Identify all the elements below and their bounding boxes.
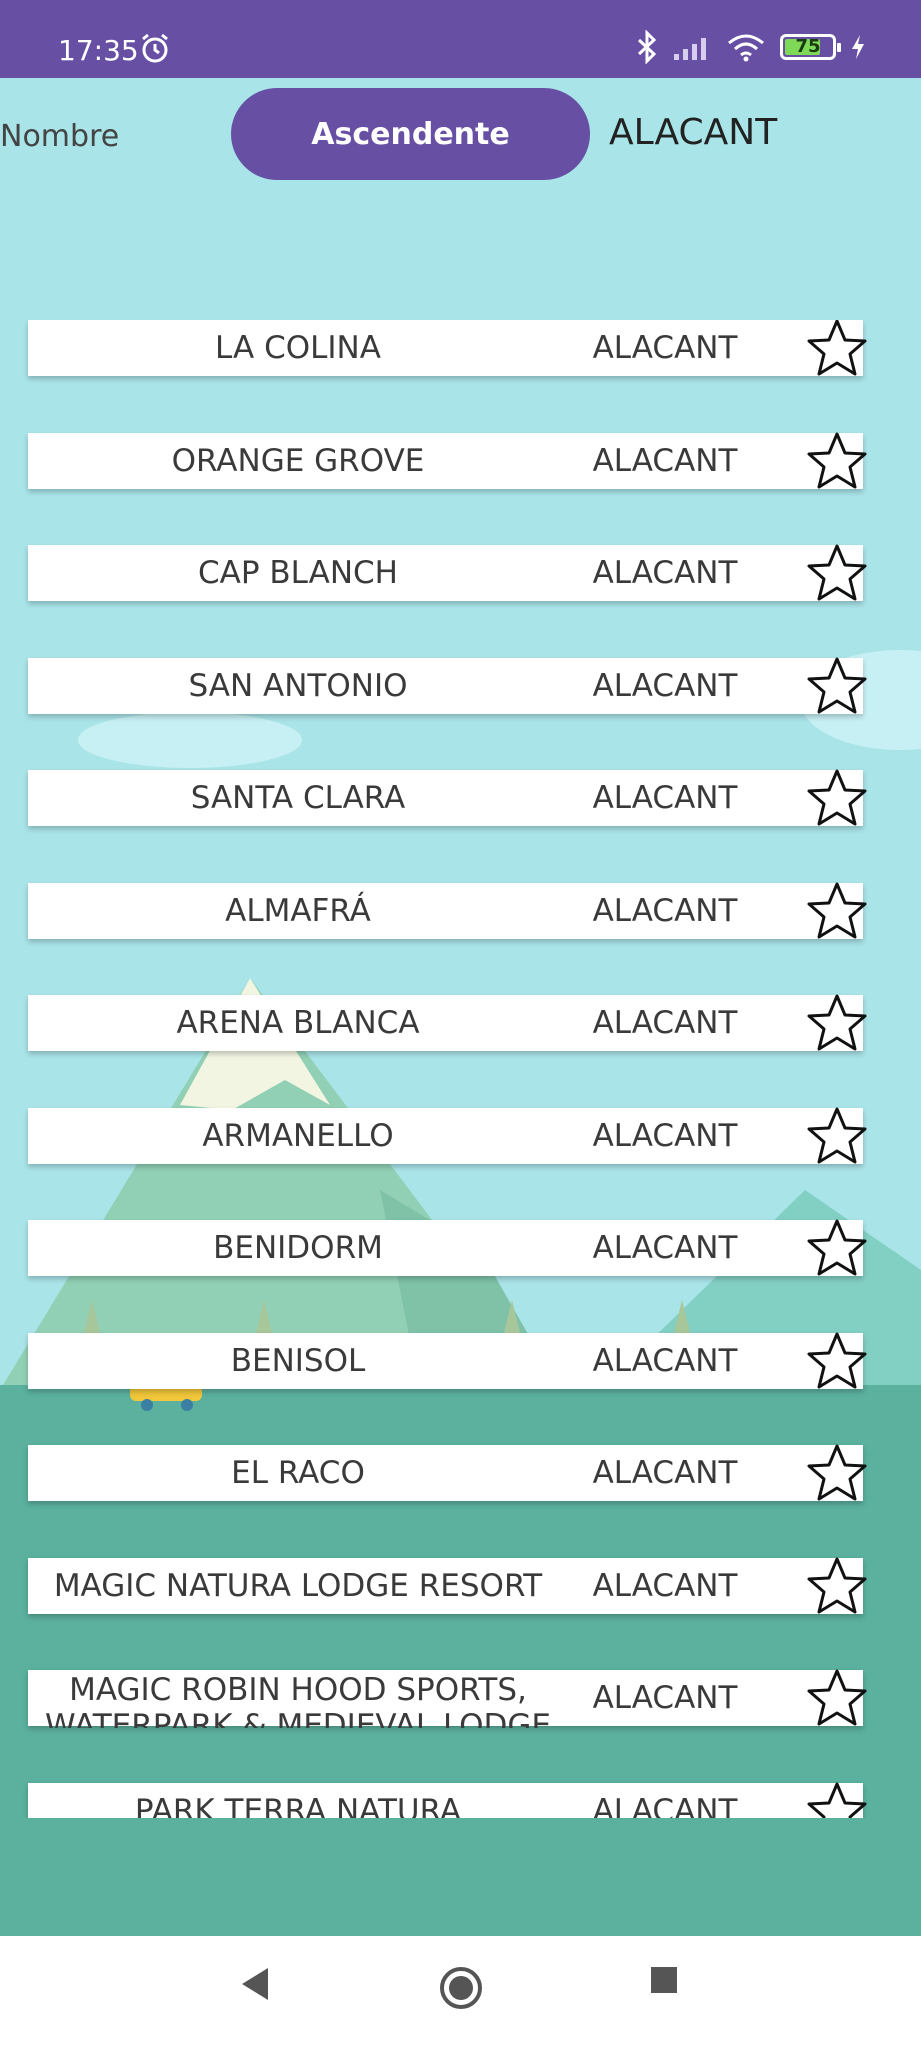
sort-field-selector[interactable]: Nombre (0, 119, 119, 154)
beach-name: SAN ANTONIO (188, 667, 408, 704)
recents-icon[interactable] (648, 1964, 680, 1996)
beach-name: MAGIC NATURA LODGE RESORT (53, 1567, 543, 1604)
star-icon[interactable] (805, 1666, 869, 1730)
beach-name: ORANGE GROVE (171, 442, 425, 479)
province-selector[interactable]: ALACANT (609, 112, 777, 153)
beach-province: ALACANT (592, 330, 738, 366)
signal-icon (674, 38, 706, 60)
charging-icon (852, 35, 864, 59)
beach-province: ALACANT (592, 442, 738, 479)
beach-row[interactable]: BENISOL ALACANT (28, 1332, 867, 1389)
status-time: 17:35 (58, 34, 139, 67)
star-icon[interactable] (805, 991, 869, 1055)
beach-row[interactable]: MAGIC ROBIN HOOD SPORTS, WATERPARK & MED… (28, 1669, 867, 1728)
beach-name: MAGIC ROBIN HOOD SPORTS, WATERPARK & MED… (44, 1672, 552, 1728)
beach-name: BENISOL (230, 1342, 366, 1379)
beach-name: LA COLINA (215, 330, 381, 366)
beach-province: ALACANT (592, 1342, 738, 1379)
navigation-bar (0, 1936, 921, 2048)
beach-row[interactable]: SAN ANTONIO ALACANT (28, 657, 867, 714)
beach-row[interactable]: CAP BLANCH ALACANT (28, 544, 867, 601)
star-icon[interactable] (805, 654, 869, 718)
star-icon[interactable] (805, 1329, 869, 1393)
beach-province: ALACANT (592, 1230, 738, 1266)
beach-row[interactable]: PARK TERRA NATURA ALACANT (28, 1782, 867, 1819)
beach-row[interactable]: SANTA CLARA ALACANT (28, 769, 867, 826)
beach-row[interactable]: BENIDORM ALACANT (28, 1219, 867, 1276)
wifi-icon (728, 34, 764, 62)
star-icon[interactable] (805, 429, 869, 493)
beach-province: ALACANT (592, 892, 738, 929)
status-bar: 17:35 75 (0, 0, 921, 78)
alarm-icon (142, 33, 168, 63)
beach-province: ALACANT (592, 1455, 738, 1491)
beach-name: PARK TERRA NATURA (134, 1792, 462, 1819)
beach-row[interactable]: LA COLINA ALACANT (28, 320, 867, 376)
beach-province: ALACANT (592, 1567, 738, 1604)
beach-province: ALACANT (592, 1792, 738, 1819)
sort-order-button[interactable]: Ascendente (231, 88, 590, 180)
star-icon[interactable] (805, 541, 869, 605)
beach-name: BENIDORM (213, 1230, 383, 1266)
beach-row[interactable]: ARMANELLO ALACANT (28, 1107, 867, 1164)
beach-row[interactable]: ALMAFRÁ ALACANT (28, 882, 867, 939)
star-icon[interactable] (805, 1554, 869, 1618)
beach-list[interactable]: LA COLINA ALACANT ORANGE GROVE ALACANT CAP B… (0, 320, 921, 1818)
beach-province: ALACANT (592, 555, 738, 591)
star-icon[interactable] (805, 1441, 869, 1505)
beach-name: CAP BLANCH (197, 555, 398, 591)
bluetooth-icon (637, 30, 657, 64)
battery-icon: 75 (780, 34, 841, 60)
beach-name: ARMANELLO (202, 1117, 394, 1154)
battery-percent: 75 (795, 36, 821, 57)
beach-province: ALACANT (592, 780, 738, 816)
beach-province: ALACANT (592, 667, 738, 704)
star-icon[interactable] (805, 1104, 869, 1168)
beach-province: ALACANT (592, 1680, 738, 1716)
beach-name: SANTA CLARA (190, 780, 406, 816)
beach-province: ALACANT (592, 1005, 738, 1041)
beach-name: EL RACO (231, 1455, 365, 1491)
beach-row[interactable]: ORANGE GROVE ALACANT (28, 432, 867, 489)
beach-row[interactable]: EL RACO ALACANT (28, 1444, 867, 1501)
star-icon[interactable] (805, 320, 869, 380)
star-icon[interactable] (805, 766, 869, 830)
beach-row[interactable]: MAGIC NATURA LODGE RESORT ALACANT (28, 1557, 867, 1614)
back-icon[interactable] (238, 1964, 270, 2004)
beach-name: ALMAFRÁ (225, 892, 371, 929)
home-icon[interactable] (437, 1964, 485, 2012)
beach-name: ARENA BLANCA (176, 1005, 420, 1041)
star-icon[interactable] (805, 1216, 869, 1280)
star-icon[interactable] (805, 879, 869, 943)
beach-row[interactable]: ARENA BLANCA ALACANT (28, 994, 867, 1051)
star-icon[interactable] (805, 1779, 869, 1818)
beach-province: ALACANT (592, 1117, 738, 1154)
